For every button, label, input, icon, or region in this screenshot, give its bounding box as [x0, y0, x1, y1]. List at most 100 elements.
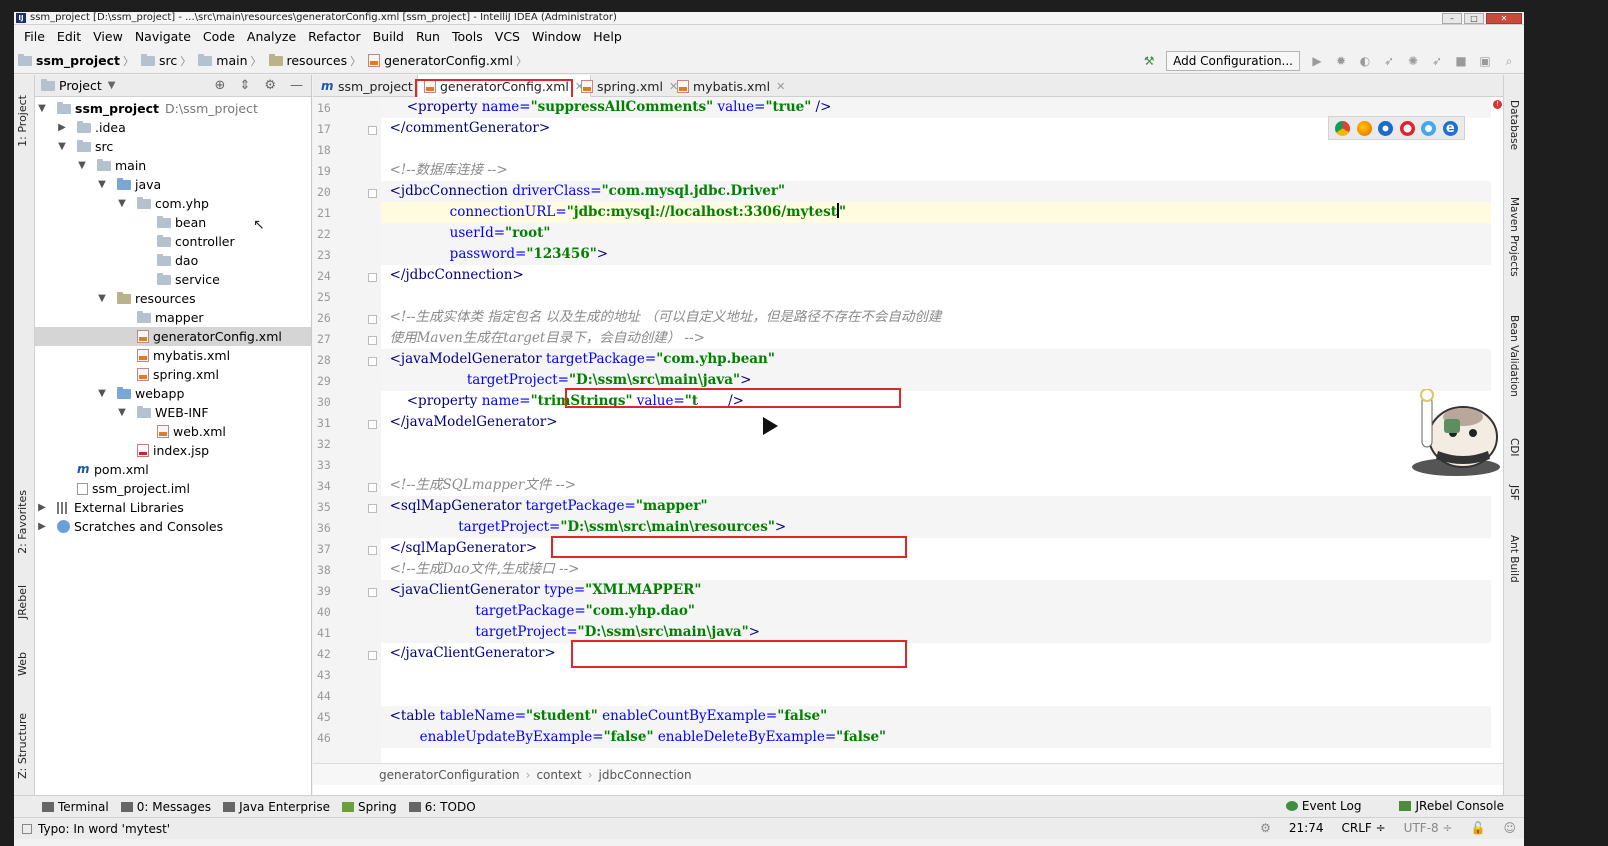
tree-item-mybatis-xml[interactable]: mybatis.xml: [35, 346, 311, 365]
hide-panel-icon[interactable]: —: [290, 78, 303, 93]
fold-marker-icon[interactable]: [368, 189, 377, 198]
expanded-arrow-icon[interactable]: ▼: [117, 403, 127, 422]
terminal-button[interactable]: Terminal: [42, 800, 109, 814]
menu-edit[interactable]: Edit: [51, 29, 87, 44]
java-enterprise-button[interactable]: Java Enterprise: [223, 800, 330, 814]
ie-icon[interactable]: [1421, 120, 1437, 136]
tree-item-dao[interactable]: dao: [35, 251, 311, 270]
crumb-file[interactable]: generatorConfig.xml 〉: [368, 53, 530, 69]
menu-view[interactable]: View: [87, 29, 129, 44]
tree-item-java[interactable]: ▼ java: [35, 175, 311, 194]
fold-marker-icon[interactable]: [368, 483, 377, 492]
event-log-button[interactable]: Event Log: [1285, 799, 1361, 813]
crumb-resources[interactable]: resources 〉: [268, 53, 365, 69]
menu-file[interactable]: File: [18, 29, 51, 44]
xml-crumb-jdbcconnection[interactable]: jdbcConnection: [599, 768, 692, 782]
collapsed-arrow-icon[interactable]: ▶: [37, 517, 47, 536]
fold-marker-icon[interactable]: [368, 336, 377, 345]
menu-code[interactable]: Code: [197, 29, 241, 44]
safari-icon[interactable]: [1378, 120, 1394, 136]
tree-item-scratches[interactable]: ▶ Scratches and Consoles: [35, 517, 311, 536]
fold-marker-icon[interactable]: [368, 420, 377, 429]
tree-item-external-libraries[interactable]: ▶ External Libraries: [35, 498, 311, 517]
jrebel-run-icon[interactable]: ➶: [1382, 54, 1396, 68]
close-icon[interactable]: ✕: [776, 80, 785, 93]
inspector-icon[interactable]: ☺: [1503, 821, 1516, 835]
expanded-arrow-icon[interactable]: ▼: [37, 99, 47, 118]
jrebel-deploy-icon[interactable]: ➶: [1430, 54, 1444, 68]
debug-icon[interactable]: ✹: [1334, 54, 1348, 68]
build-hammer-icon[interactable]: ⚒: [1142, 54, 1156, 68]
jrebel-debug-icon[interactable]: ✺: [1406, 54, 1420, 68]
menu-build[interactable]: Build: [367, 29, 410, 44]
xml-crumb-context[interactable]: context: [536, 768, 581, 782]
tab-generatorconfig-xml[interactable]: generatorConfig.xml ✕: [417, 75, 592, 97]
tree-item-controller[interactable]: controller: [35, 232, 311, 251]
code-editor[interactable]: <property name="suppressAllComments" val…: [381, 97, 1491, 763]
menu-help[interactable]: Help: [587, 29, 628, 44]
fold-marker-icon[interactable]: [368, 504, 377, 513]
tree-item-bean[interactable]: bean: [35, 213, 311, 232]
expanded-arrow-icon[interactable]: ▼: [97, 289, 107, 308]
tree-item-web-xml[interactable]: web.xml: [35, 422, 311, 441]
crumb-src[interactable]: src 〉: [141, 53, 194, 69]
menu-run[interactable]: Run: [410, 29, 446, 44]
fold-marker-icon[interactable]: [368, 546, 377, 555]
menu-vcs[interactable]: VCS: [489, 29, 526, 44]
crumb-project[interactable]: ssm_project 〉: [18, 53, 137, 69]
tab-maven-projects[interactable]: Maven Projects: [1508, 197, 1520, 277]
chevron-down-icon[interactable]: ▼: [108, 80, 116, 91]
tab-web[interactable]: Web: [16, 652, 29, 676]
project-view-selector[interactable]: Project: [59, 78, 102, 93]
tab-project-tool[interactable]: 1: Project: [16, 95, 29, 147]
tab-database[interactable]: Database: [1508, 100, 1520, 150]
minimize-button[interactable]: –: [1442, 13, 1462, 24]
expanded-arrow-icon[interactable]: ▼: [117, 194, 127, 213]
tree-item-pom-xml[interactable]: m pom.xml: [35, 460, 311, 479]
tab-spring-xml[interactable]: spring.xml ✕: [575, 75, 684, 97]
gear-icon[interactable]: ⚙: [264, 78, 276, 93]
settings-sync-icon[interactable]: ⚙: [1260, 821, 1271, 835]
expanded-arrow-icon[interactable]: ▼: [77, 156, 87, 175]
search-everywhere-icon[interactable]: ⌕: [1502, 54, 1516, 68]
jrebel-console-button[interactable]: JRebel Console: [1399, 799, 1504, 813]
close-window-button[interactable]: ✕: [1486, 13, 1522, 24]
maximize-button[interactable]: □: [1464, 13, 1484, 24]
expanded-arrow-icon[interactable]: ▼: [97, 175, 107, 194]
todo-button[interactable]: 6: TODO: [408, 800, 476, 814]
toggle-tool-windows-icon[interactable]: [22, 823, 32, 834]
expanded-arrow-icon[interactable]: ▼: [97, 384, 107, 403]
error-marker-icon[interactable]: !: [1493, 100, 1502, 109]
menu-refactor[interactable]: Refactor: [302, 29, 366, 44]
tree-item-idea[interactable]: ▶ .idea: [35, 118, 311, 137]
crumb-main[interactable]: main 〉: [198, 53, 264, 69]
tree-item-resources[interactable]: ▼ resources: [35, 289, 311, 308]
stop-icon[interactable]: ■: [1454, 54, 1468, 68]
tree-item-service[interactable]: service: [35, 270, 311, 289]
edge-icon[interactable]: e: [1442, 120, 1458, 136]
tree-item-index-jsp[interactable]: index.jsp: [35, 441, 311, 460]
expanded-arrow-icon[interactable]: ▼: [57, 137, 67, 156]
video-play-icon[interactable]: [763, 417, 778, 435]
spring-button[interactable]: Spring: [341, 800, 397, 814]
menu-navigate[interactable]: Navigate: [129, 29, 197, 44]
firefox-icon[interactable]: [1356, 120, 1372, 136]
menu-analyze[interactable]: Analyze: [241, 29, 302, 44]
fold-marker-icon[interactable]: [368, 315, 377, 324]
tab-mybatis-xml[interactable]: mybatis.xml ✕: [671, 75, 791, 97]
messages-button[interactable]: 0: Messages: [120, 800, 211, 814]
tab-favorites[interactable]: 2: Favorites: [16, 490, 29, 554]
collapsed-arrow-icon[interactable]: ▶: [37, 498, 47, 517]
tab-jsf[interactable]: JSF: [1508, 485, 1520, 501]
collapsed-arrow-icon[interactable]: ▶: [57, 118, 67, 137]
tree-item-spring-xml[interactable]: spring.xml: [35, 365, 311, 384]
add-configuration-button[interactable]: Add Configuration...: [1166, 51, 1300, 71]
locate-file-icon[interactable]: ⊕: [215, 78, 226, 93]
tree-item-main[interactable]: ▼ main: [35, 156, 311, 175]
fold-marker-icon[interactable]: [368, 273, 377, 282]
tree-item-web-inf[interactable]: ▼ WEB-INF: [35, 403, 311, 422]
project-structure-icon[interactable]: ▣: [1478, 54, 1492, 68]
line-separator[interactable]: CRLF ÷: [1341, 821, 1385, 835]
fold-marker-icon[interactable]: [368, 588, 377, 597]
tab-cdi[interactable]: CDI: [1508, 438, 1520, 457]
